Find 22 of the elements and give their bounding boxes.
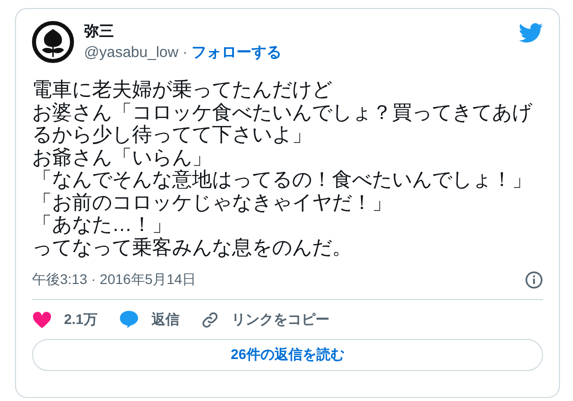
like-button[interactable]: 2.1万 bbox=[32, 310, 98, 329]
avatar-crest-icon bbox=[32, 21, 74, 63]
tweet-text-line: 「お前のコロッケじゃなきゃイヤだ！」 bbox=[32, 192, 393, 214]
speech-bubble-icon bbox=[119, 310, 140, 329]
separator-dot: · bbox=[182, 44, 188, 61]
author-name: 弥三 bbox=[84, 22, 115, 41]
link-icon bbox=[201, 310, 220, 328]
reply-button[interactable]: 返信 bbox=[119, 310, 180, 329]
link-button[interactable]: リンクをコピー bbox=[201, 310, 330, 329]
timestamp: 午後3:13 · 2016年5月14日 bbox=[32, 271, 196, 289]
read-replies-button[interactable]: 26件の返信を読む bbox=[32, 339, 543, 371]
bird-logo-icon[interactable] bbox=[519, 23, 543, 43]
follow-link[interactable]: フォローする bbox=[191, 43, 282, 62]
tweet-text-line: ってなって乗客みんな息をのんだ。 bbox=[32, 236, 353, 259]
tweet-text-line: 「なんでそんな意地はってるの！食べたいんでしょ！」 bbox=[32, 169, 533, 192]
tweet-text-line: 電車に老夫婦が乗ってたんだけど bbox=[32, 79, 333, 102]
tweet-text-line: 「あなた…！」 bbox=[32, 214, 173, 236]
author-handle: @yasabu_low bbox=[84, 44, 178, 61]
info-icon[interactable] bbox=[525, 271, 543, 289]
tweet-text-line: お爺さん「いらん」 bbox=[32, 146, 213, 169]
tweet-text-line: お婆さん「コロッケ食べたいんでしょ？買ってきてあげるから少し待ってて下さいよ」 bbox=[32, 102, 534, 146]
heart-icon bbox=[32, 310, 52, 328]
